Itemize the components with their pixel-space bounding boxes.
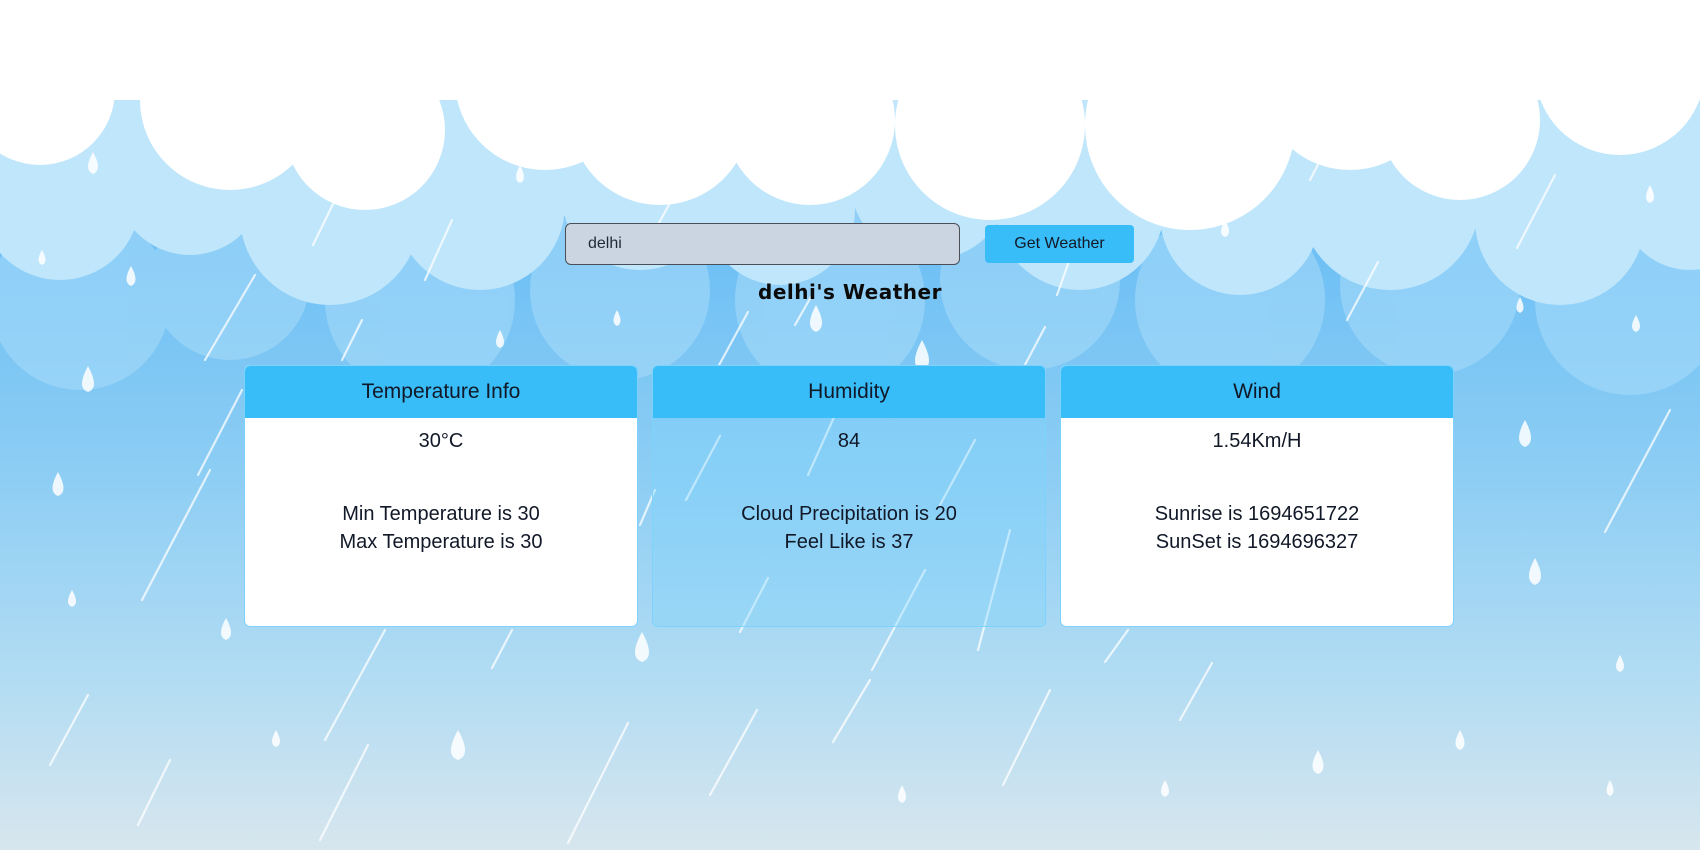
weather-app: Get Weather delhi's Weather Temperature …	[0, 0, 1700, 850]
sunset-time: SunSet is 1694696327	[1155, 531, 1359, 553]
humidity-card: Humidity 84 Cloud Precipitation is 20 Fe…	[652, 365, 1046, 627]
city-search-input[interactable]	[565, 223, 960, 265]
temperature-card: Temperature Info 30°C Min Temperature is…	[244, 365, 638, 627]
feels-like: Feel Like is 37	[784, 531, 914, 553]
wind-card: Wind 1.54Km/H Sunrise is 1694651722 SunS…	[1060, 365, 1454, 627]
temperature-value: 30°C	[418, 430, 464, 452]
card-header: Humidity	[653, 366, 1045, 418]
card-header: Wind	[1061, 366, 1453, 418]
wind-speed: 1.54Km/H	[1212, 430, 1302, 452]
cloud-precipitation: Cloud Precipitation is 20	[741, 503, 957, 525]
min-temperature: Min Temperature is 30	[342, 503, 540, 525]
weather-cards: Temperature Info 30°C Min Temperature is…	[244, 365, 1454, 627]
card-header: Temperature Info	[245, 366, 637, 418]
search-bar: Get Weather	[565, 223, 1134, 265]
card-details: Sunrise is 1694651722 SunSet is 16946963…	[1061, 500, 1453, 556]
city-weather-title: delhi's Weather	[758, 280, 942, 304]
humidity-value: 84	[837, 430, 861, 452]
sunrise-time: Sunrise is 1694651722	[1154, 503, 1360, 525]
get-weather-button[interactable]: Get Weather	[985, 225, 1134, 263]
card-details: Cloud Precipitation is 20 Feel Like is 3…	[653, 500, 1045, 556]
max-temperature: Max Temperature is 30	[339, 531, 543, 553]
card-details: Min Temperature is 30 Max Temperature is…	[245, 500, 637, 556]
